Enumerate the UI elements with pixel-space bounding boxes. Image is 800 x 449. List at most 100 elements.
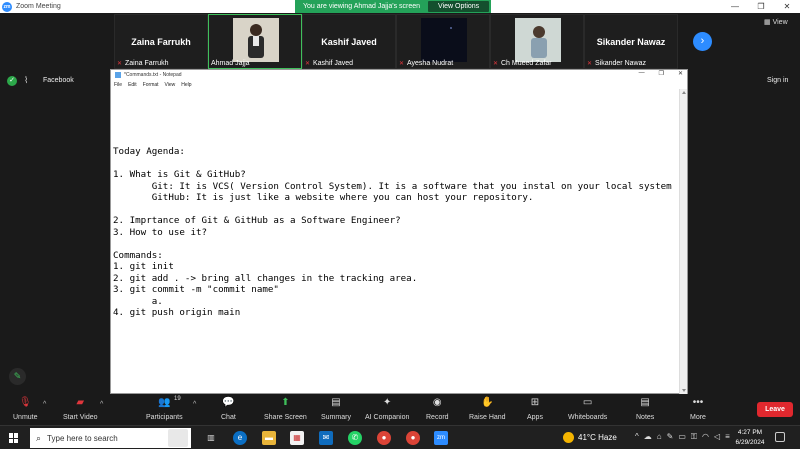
- participant-tile[interactable]: ✕ Ayesha Nudrat: [396, 14, 490, 69]
- whiteboards-label: Whiteboards: [568, 414, 608, 421]
- video-off-icon: ▰: [76, 397, 85, 408]
- notes-icon: ▤: [640, 397, 650, 408]
- onedrive-icon[interactable]: ☁: [644, 432, 652, 442]
- taskbar-clock[interactable]: 4:27 PM 6/29/2024: [733, 428, 767, 448]
- notepad-icon: [115, 72, 121, 78]
- whiteboard-icon: ▭: [582, 397, 593, 408]
- maximize-icon[interactable]: ❐: [659, 70, 664, 77]
- minimize-icon[interactable]: —: [639, 70, 645, 77]
- shield-icon[interactable]: ✓: [7, 76, 17, 86]
- notepad-title: *Commands.txt - Notepad: [124, 72, 182, 78]
- menu-edit[interactable]: Edit: [128, 82, 137, 88]
- close-icon[interactable]: ✕: [774, 0, 800, 13]
- participant-tile[interactable]: Kashif Javed ✕ Kashif Javed: [302, 14, 396, 69]
- unmute-label: Unmute: [13, 414, 38, 421]
- participant-big-name: Kashif Javed: [321, 37, 377, 47]
- taskbar-search[interactable]: ⌕ Type here to search: [30, 428, 191, 448]
- search-placeholder: Type here to search: [47, 433, 118, 443]
- ai-companion-button[interactable]: ✦ AI Companion: [365, 397, 409, 421]
- participant-strip: Zaina Farrukh ✕ Zaina Farrukh Ahmad Jajja…: [114, 14, 690, 69]
- participant-tile[interactable]: Sikander Nawaz ✕ Sikander Nawaz: [584, 14, 678, 69]
- maximize-icon[interactable]: ❐: [748, 0, 774, 13]
- notification-icon[interactable]: [775, 432, 785, 442]
- menu-view[interactable]: View: [165, 82, 176, 88]
- wifi-icon[interactable]: ◠: [702, 432, 709, 442]
- raise-hand-button[interactable]: ✋ Raise Hand: [469, 397, 506, 421]
- chrome-icon[interactable]: ●: [377, 431, 391, 445]
- view-label: View: [772, 19, 788, 26]
- task-view-icon[interactable]: ▥: [204, 431, 218, 445]
- share-banner-text: You are viewing Ahmad Jajja's screen: [303, 3, 421, 10]
- pen-icon[interactable]: ✎: [9, 368, 26, 385]
- menu-format[interactable]: Format: [143, 82, 159, 88]
- chevron-up-icon[interactable]: ^: [193, 401, 196, 408]
- volume-icon[interactable]: ◁: [714, 432, 720, 442]
- next-participants-arrow-icon[interactable]: ›: [693, 32, 712, 51]
- file-explorer-icon[interactable]: ▬: [262, 431, 276, 445]
- mic-off-icon: ✕: [493, 60, 499, 67]
- window-title: Zoom Meeting: [16, 3, 61, 10]
- participant-tile[interactable]: ✕ Ch Mueed Zafar: [490, 14, 584, 69]
- share-screen-button[interactable]: ⬆ Share Screen: [264, 397, 307, 421]
- participant-big-name: Zaina Farrukh: [131, 37, 191, 47]
- weather-widget[interactable]: 41°C Haze: [563, 432, 617, 443]
- chrome-profile-icon[interactable]: ●: [406, 431, 420, 445]
- record-button[interactable]: ◉ Record: [426, 397, 449, 421]
- zoom-taskbar-icon[interactable]: zm: [434, 431, 448, 445]
- facebook-label[interactable]: Facebook: [43, 77, 74, 84]
- pen-tray-icon[interactable]: ✎: [667, 432, 674, 442]
- more-button[interactable]: ••• More: [690, 397, 706, 421]
- chevron-up-icon[interactable]: ^: [100, 401, 103, 408]
- notepad-window-controls: — ❐ ✕: [639, 70, 683, 77]
- record-label: Record: [426, 414, 449, 421]
- store-icon[interactable]: ▦: [290, 431, 304, 445]
- language-icon[interactable]: ≡: [725, 432, 730, 442]
- participant-tile-active[interactable]: Ahmad Jajja: [208, 14, 302, 69]
- leave-button[interactable]: Leave: [757, 402, 793, 417]
- whiteboards-button[interactable]: ▭ Whiteboards: [568, 397, 607, 421]
- mic-off-icon: ✕: [117, 60, 123, 67]
- view-options-button[interactable]: View Options: [428, 1, 490, 12]
- chevron-up-icon[interactable]: ^: [43, 401, 46, 408]
- view-button[interactable]: ▦ View: [764, 18, 788, 26]
- apps-button[interactable]: ⊞ Apps: [527, 397, 543, 421]
- menu-file[interactable]: File: [114, 82, 122, 88]
- grid-icon: ▦: [764, 19, 771, 26]
- start-video-label: Start Video: [63, 414, 98, 421]
- chat-icon: 💬: [222, 397, 235, 408]
- whatsapp-icon[interactable]: ✆: [348, 431, 362, 445]
- mic-off-icon: ✕: [305, 60, 311, 67]
- summary-button[interactable]: ▤ Summary: [321, 397, 351, 421]
- participant-name: Ayesha Nudrat: [407, 60, 454, 67]
- usb-icon[interactable]: ⌂: [657, 432, 662, 442]
- participant-tile[interactable]: Zaina Farrukh ✕ Zaina Farrukh: [114, 14, 208, 69]
- menu-help[interactable]: Help: [181, 82, 191, 88]
- participant-name: Zaina Farrukh: [125, 60, 169, 67]
- notepad-title-bar: *Commands.txt - Notepad — ❐ ✕: [111, 70, 687, 80]
- apps-icon: ⊞: [530, 397, 540, 408]
- window-controls: — ❐ ✕: [722, 0, 800, 13]
- battery-icon[interactable]: ▭: [678, 432, 686, 442]
- notes-button[interactable]: ▤ Notes: [636, 397, 654, 421]
- edge-icon[interactable]: e: [233, 431, 247, 445]
- chat-button[interactable]: 💬 Chat: [221, 397, 236, 421]
- mail-icon[interactable]: ✉: [319, 431, 333, 445]
- minimize-icon[interactable]: —: [722, 0, 748, 13]
- start-video-button[interactable]: ▰ Start Video: [63, 397, 98, 421]
- close-icon[interactable]: ✕: [678, 70, 683, 77]
- vertical-scrollbar[interactable]: [679, 89, 687, 394]
- zoom-logo-icon: zm: [2, 1, 12, 12]
- sign-in-link[interactable]: Sign in: [767, 77, 788, 84]
- rss-icon[interactable]: ⌇: [24, 75, 28, 86]
- share-screen-label: Share Screen: [264, 414, 307, 421]
- participant-video: [421, 18, 467, 62]
- notepad-text-area[interactable]: Today Agenda: 1. What is Git & GitHub? G…: [113, 146, 679, 394]
- network-icon[interactable]: ⚿: [691, 432, 697, 442]
- participant-video: [515, 18, 561, 62]
- summary-icon: ▤: [331, 397, 341, 408]
- more-label: More: [690, 414, 706, 421]
- ai-companion-label: AI Companion: [365, 414, 410, 421]
- tray-chevron-icon[interactable]: ^: [635, 432, 639, 442]
- windows-start-icon[interactable]: [9, 433, 19, 443]
- unmute-button[interactable]: 🎙 Unmute: [13, 397, 38, 421]
